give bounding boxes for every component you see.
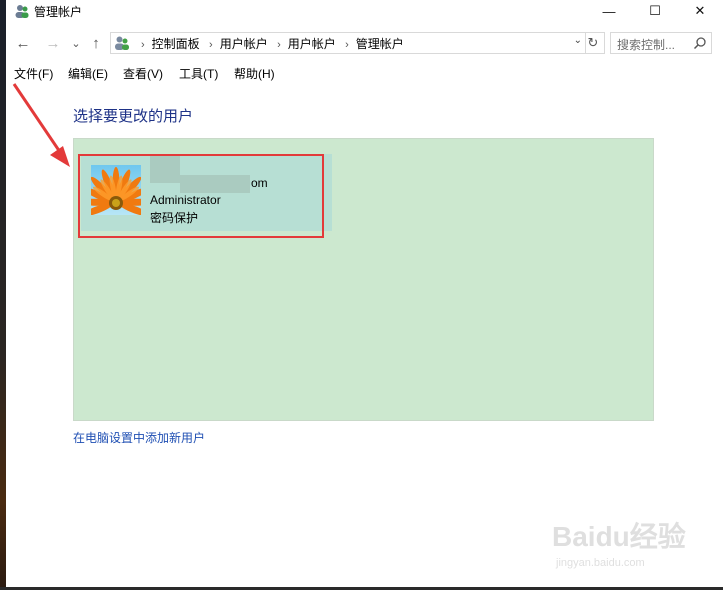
- close-icon: ✕: [694, 3, 706, 18]
- maximize-icon: ☐: [649, 3, 661, 18]
- chevron-down-icon: ⌄: [71, 37, 81, 50]
- title-bar: 管理帐户 — ☐ ✕: [6, 0, 723, 22]
- menu-tools[interactable]: 工具(T): [179, 65, 218, 82]
- add-new-user-link[interactable]: 在电脑设置中添加新用户: [73, 429, 205, 446]
- forward-arrow-icon: →: [45, 34, 61, 52]
- users-icon: [15, 5, 29, 18]
- up-arrow-icon: ↑: [92, 34, 100, 52]
- breadcrumb-separator-icon[interactable]: ›: [277, 39, 281, 51]
- watermark-logo: Baidu经验: [552, 521, 686, 552]
- address-dropdown-icon[interactable]: ⌄: [574, 35, 582, 46]
- menu-edit[interactable]: 编辑(E): [68, 65, 108, 82]
- breadcrumb-separator-icon[interactable]: ›: [345, 39, 349, 51]
- breadcrumb-separator-icon: ›: [141, 39, 145, 51]
- maximize-button[interactable]: ☐: [632, 0, 678, 22]
- refresh-button[interactable]: ↻: [582, 32, 605, 54]
- control-panel-icon: [115, 36, 129, 50]
- watermark-url: jingyan.baidu.com: [556, 557, 645, 569]
- breadcrumb-separator-icon[interactable]: ›: [209, 39, 213, 51]
- address-row: ← → ⌄ ↑ › 控制面板 › 用户帐户 › 用户帐户 › 管理帐户 ⌄ ↻ 搜索控制…: [6, 30, 723, 56]
- refresh-icon: ↻: [587, 35, 599, 50]
- desktop-background-edge: [0, 0, 6, 590]
- back-button[interactable]: ←: [14, 33, 32, 53]
- search-input[interactable]: 搜索控制...: [610, 32, 712, 54]
- breadcrumb-item[interactable]: 用户帐户: [288, 37, 336, 51]
- page-title: 选择要更改的用户: [73, 108, 194, 125]
- breadcrumb-item[interactable]: 控制面板: [152, 37, 200, 51]
- forward-button[interactable]: →: [44, 33, 62, 53]
- close-button[interactable]: ✕: [677, 0, 723, 22]
- search-placeholder: 搜索控制...: [617, 38, 676, 52]
- up-button[interactable]: ↑: [87, 33, 105, 53]
- address-bar[interactable]: › 控制面板 › 用户帐户 › 用户帐户 › 管理帐户 ⌄: [110, 32, 586, 54]
- minimize-icon: —: [602, 3, 616, 19]
- recent-locations-button[interactable]: ⌄: [67, 33, 85, 53]
- minimize-button[interactable]: —: [586, 0, 632, 22]
- breadcrumb-item[interactable]: 用户帐户: [220, 37, 268, 51]
- breadcrumb: › 控制面板 › 用户帐户 › 用户帐户 › 管理帐户: [135, 35, 404, 52]
- menu-file[interactable]: 文件(F): [14, 65, 53, 82]
- search-icon: [693, 37, 706, 50]
- highlight-box: [78, 154, 324, 238]
- menu-view[interactable]: 查看(V): [123, 65, 163, 82]
- menu-help[interactable]: 帮助(H): [234, 65, 275, 82]
- back-arrow-icon: ←: [15, 34, 31, 52]
- window-title: 管理帐户: [34, 5, 83, 19]
- breadcrumb-item[interactable]: 管理帐户: [356, 37, 404, 51]
